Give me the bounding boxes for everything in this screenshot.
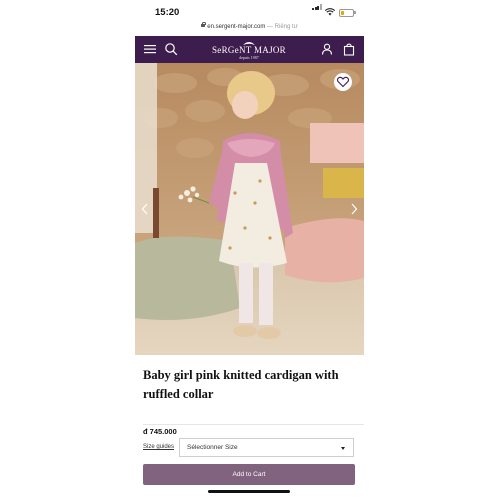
account-icon[interactable] [320,42,334,56]
product-price: đ 745.000 [143,427,177,436]
chevron-down-icon [341,447,345,450]
next-arrow-icon[interactable] [350,203,358,215]
home-indicator [208,490,290,493]
add-to-cart-button[interactable]: Add to Cart [143,464,355,485]
product-image[interactable] [135,63,364,355]
status-time: 15:20 [155,7,180,18]
brand-tagline: depuis 1987 [239,55,259,60]
divider [143,424,364,425]
search-icon[interactable] [164,42,178,56]
battery-icon [339,9,354,17]
product-title: Baby girl pink knitted cardigan with ruf… [143,368,339,401]
wishlist-button[interactable] [334,73,352,91]
site-header: SeRGeNT MAJOR depuis 1987 [135,36,364,63]
url-text: en.sergent-major.com [207,24,266,30]
status-bar: 15:20 [135,0,364,22]
bag-icon[interactable] [342,42,356,56]
phone-screen: 15:20 en.sergent-major.com — Riêng tư Se… [135,0,364,498]
size-select[interactable]: Sélectionner Size [179,438,354,457]
url-bar[interactable]: en.sergent-major.com — Riêng tư [135,20,364,34]
lock-icon [201,21,206,27]
heart-icon [336,76,350,88]
wifi-icon [325,8,335,16]
menu-icon[interactable] [143,42,157,56]
previous-arrow-icon[interactable] [141,203,149,215]
battery-tip [354,11,356,14]
brand-logo[interactable]: SeRGeNT MAJOR depuis 1987 [209,40,289,60]
url-private-label: — Riêng tư [267,24,298,30]
size-select-value: Sélectionner Size [187,444,238,451]
size-guides-link[interactable]: Size guides [143,444,174,450]
brand-name: SeRGeNT MAJOR [212,45,286,55]
